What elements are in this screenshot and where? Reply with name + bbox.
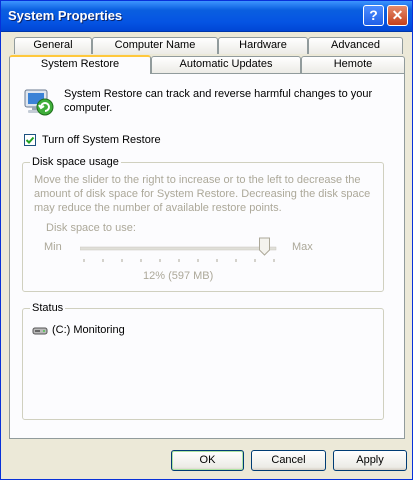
close-button[interactable]: ✕: [387, 5, 408, 26]
drive-list-item[interactable]: (C:) Monitoring: [32, 323, 332, 339]
checkmark-icon: [25, 136, 35, 144]
system-restore-panel: System Restore can track and reverse har…: [9, 73, 405, 439]
apply-button[interactable]: Apply: [333, 450, 407, 471]
title-bar[interactable]: System Properties ? ✕: [1, 1, 412, 32]
slider-label: Disk space to use:: [46, 222, 136, 234]
window-title: System Properties: [8, 8, 123, 23]
tab-automatic-updates[interactable]: Automatic Updates: [151, 56, 301, 73]
slider-value-text: 12% (597 MB): [143, 270, 214, 282]
cancel-button[interactable]: Cancel: [251, 450, 326, 471]
help-button[interactable]: ?: [363, 5, 384, 26]
disk-space-description: Move the slider to the right to increase…: [34, 174, 371, 214]
tab-general[interactable]: General: [14, 37, 92, 54]
tab-remote[interactable]: Hemote: [301, 56, 405, 73]
ok-button[interactable]: OK: [171, 450, 244, 471]
slider-min-label: Min: [44, 241, 62, 253]
turn-off-label[interactable]: Turn off System Restore: [42, 134, 161, 146]
tab-advanced[interactable]: Advanced: [308, 37, 403, 54]
system-restore-icon: [24, 89, 54, 116]
turn-off-checkbox[interactable]: [24, 134, 36, 146]
drive-label: (C:) Monitoring: [52, 324, 125, 336]
slider-max-label: Max: [292, 241, 313, 253]
tab-computer-name[interactable]: Computer Name: [92, 37, 218, 54]
disk-space-legend: Disk space usage: [30, 156, 121, 168]
system-properties-window: System Properties ? ✕ General Computer N…: [0, 0, 413, 480]
slider-ticks: [83, 259, 275, 262]
tab-system-restore[interactable]: System Restore: [9, 55, 151, 74]
intro-text: System Restore can track and reverse har…: [64, 88, 373, 114]
disk-space-slider[interactable]: [80, 234, 280, 268]
slider-thumb[interactable]: [259, 237, 270, 256]
tab-hardware[interactable]: Hardware: [218, 37, 308, 54]
hard-drive-icon: [32, 327, 48, 335]
status-legend: Status: [30, 302, 66, 314]
